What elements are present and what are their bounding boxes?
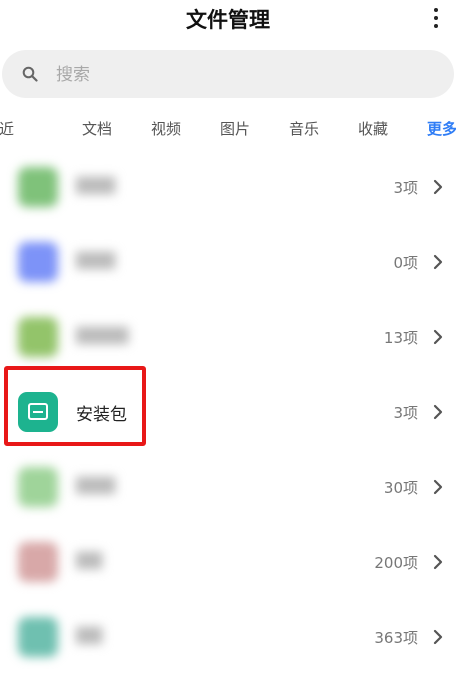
item-count: 3项 [393,179,418,197]
highlight-box [4,366,146,446]
folder-icon [18,617,58,657]
chevron-right-icon [433,404,443,420]
item-count: 0项 [393,254,418,272]
tab-videos[interactable]: 视频 [151,118,181,139]
folder-icon [18,242,58,282]
folder-name: ▇▇ [76,550,103,570]
folder-name: ▇▇▇ [76,250,116,270]
item-count: 13项 [383,329,418,347]
folder-name: ▇▇▇▇ [76,325,129,345]
search-icon [22,66,38,82]
chevron-right-icon [433,329,443,345]
list-item[interactable]: ▇▇▇ 0项 [0,225,456,299]
tab-recent[interactable]: 最近 [0,118,14,139]
list-item[interactable]: ▇▇▇ 3项 [0,150,456,224]
item-count: 30项 [383,479,418,497]
folder-name: ▇▇▇ [76,475,116,495]
search-bar[interactable] [2,50,454,98]
tab-more[interactable]: 更多 [427,118,456,139]
search-input[interactable] [54,58,438,92]
item-count: 363项 [374,629,418,647]
folder-name: ▇▇ [76,625,103,645]
list-item[interactable]: ▇▇▇▇ 13项 [0,300,456,374]
chevron-right-icon [433,629,443,645]
chevron-right-icon [433,254,443,270]
chevron-right-icon [433,554,443,570]
list-item[interactable]: ▇▇ 363项 [0,600,456,674]
list-item[interactable]: ▇▇ 200项 [0,525,456,599]
folder-icon [18,317,58,357]
item-count: 200项 [374,554,418,572]
more-options-icon[interactable] [426,6,446,30]
chevron-right-icon [433,479,443,495]
tab-favorites[interactable]: 收藏 [358,118,388,139]
category-tabs: 最近 文档 视频 图片 音乐 收藏 更多 [0,112,456,146]
app-header: 文件管理 [0,0,456,40]
tab-images[interactable]: 图片 [220,118,250,139]
tab-music[interactable]: 音乐 [289,118,319,139]
folder-icon [18,467,58,507]
tab-documents[interactable]: 文档 [82,118,112,139]
folder-icon [18,542,58,582]
item-count: 3项 [393,404,418,422]
chevron-right-icon [433,179,443,195]
folder-icon [18,167,58,207]
page-title: 文件管理 [186,8,270,32]
list-item[interactable]: ▇▇▇ 30项 [0,450,456,524]
folder-name: ▇▇▇ [76,175,116,195]
